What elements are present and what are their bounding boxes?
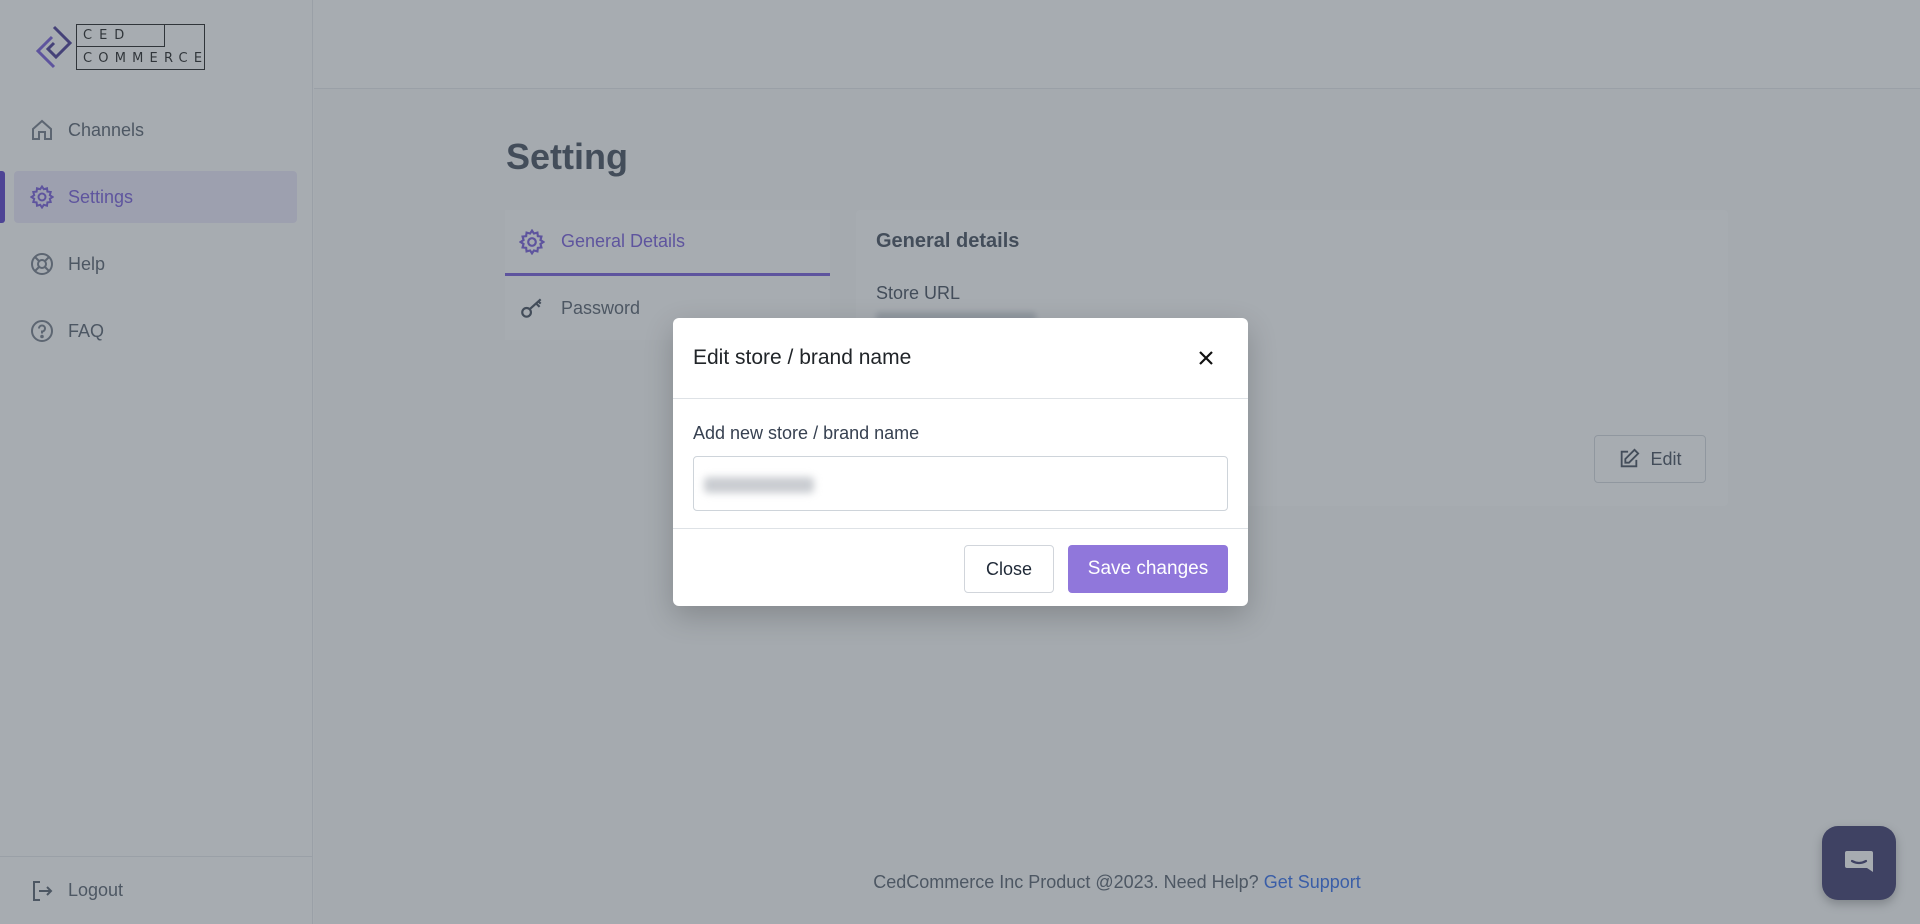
modal-title: Edit store / brand name bbox=[693, 346, 912, 369]
store-name-label: Add new store / brand name bbox=[693, 423, 920, 443]
store-name-value-redacted bbox=[704, 477, 814, 493]
modal-body: Add new store / brand name bbox=[673, 399, 1248, 529]
close-icon[interactable] bbox=[1194, 346, 1218, 370]
edit-store-name-modal: Edit store / brand name Add new store / … bbox=[673, 318, 1248, 606]
close-button[interactable]: Close bbox=[964, 545, 1054, 593]
modal-header: Edit store / brand name bbox=[673, 318, 1248, 399]
save-changes-button[interactable]: Save changes bbox=[1068, 545, 1228, 593]
modal-footer: Close Save changes bbox=[673, 529, 1248, 605]
store-name-input[interactable] bbox=[693, 456, 1228, 511]
